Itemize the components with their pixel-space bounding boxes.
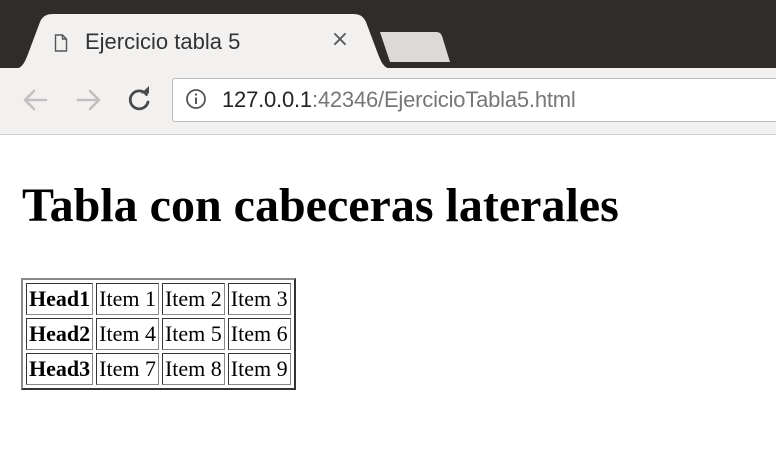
page-title: Tabla con cabeceras laterales [22, 179, 619, 232]
table-cell: Item 4 [96, 318, 159, 350]
document-icon [54, 34, 68, 52]
table-row: Head2 Item 4 Item 5 Item 6 [26, 318, 291, 350]
tab-close-icon[interactable]: × [329, 28, 351, 52]
back-arrow-icon [23, 89, 48, 111]
back-button[interactable] [20, 84, 50, 116]
data-table: Head1 Item 1 Item 2 Item 3 Head2 Item 4 … [21, 278, 296, 390]
table-row: Head1 Item 1 Item 2 Item 3 [26, 283, 291, 315]
table-cell: Item 9 [227, 353, 291, 385]
new-tab-button[interactable] [378, 32, 452, 62]
table-cell: Item 3 [227, 283, 291, 315]
row-header: Head2 [26, 318, 94, 350]
address-url[interactable]: 127.0.0.1:42346/EjercicioTabla5.html [222, 87, 576, 113]
forward-arrow-icon [76, 89, 101, 111]
row-header: Head3 [26, 353, 94, 385]
row-header: Head1 [26, 283, 94, 315]
table-cell: Item 5 [161, 318, 225, 350]
new-tab-shape [380, 32, 450, 62]
table-cell: Item 6 [227, 318, 291, 350]
reload-button[interactable] [124, 84, 154, 116]
tab-title: Ejercicio tabla 5 [85, 29, 241, 54]
table-cell: Item 8 [161, 353, 225, 385]
url-path: :42346/EjercicioTabla5.html [311, 87, 576, 112]
table-cell: Item 2 [161, 283, 225, 315]
forward-button[interactable] [74, 84, 104, 116]
info-icon[interactable] [185, 88, 207, 110]
table-cell: Item 1 [96, 283, 159, 315]
reload-icon [128, 86, 150, 111]
url-host: 127.0.0.1 [222, 87, 312, 112]
table-row: Head3 Item 7 Item 8 Item 9 [26, 353, 291, 385]
table-cell: Item 7 [96, 353, 159, 385]
